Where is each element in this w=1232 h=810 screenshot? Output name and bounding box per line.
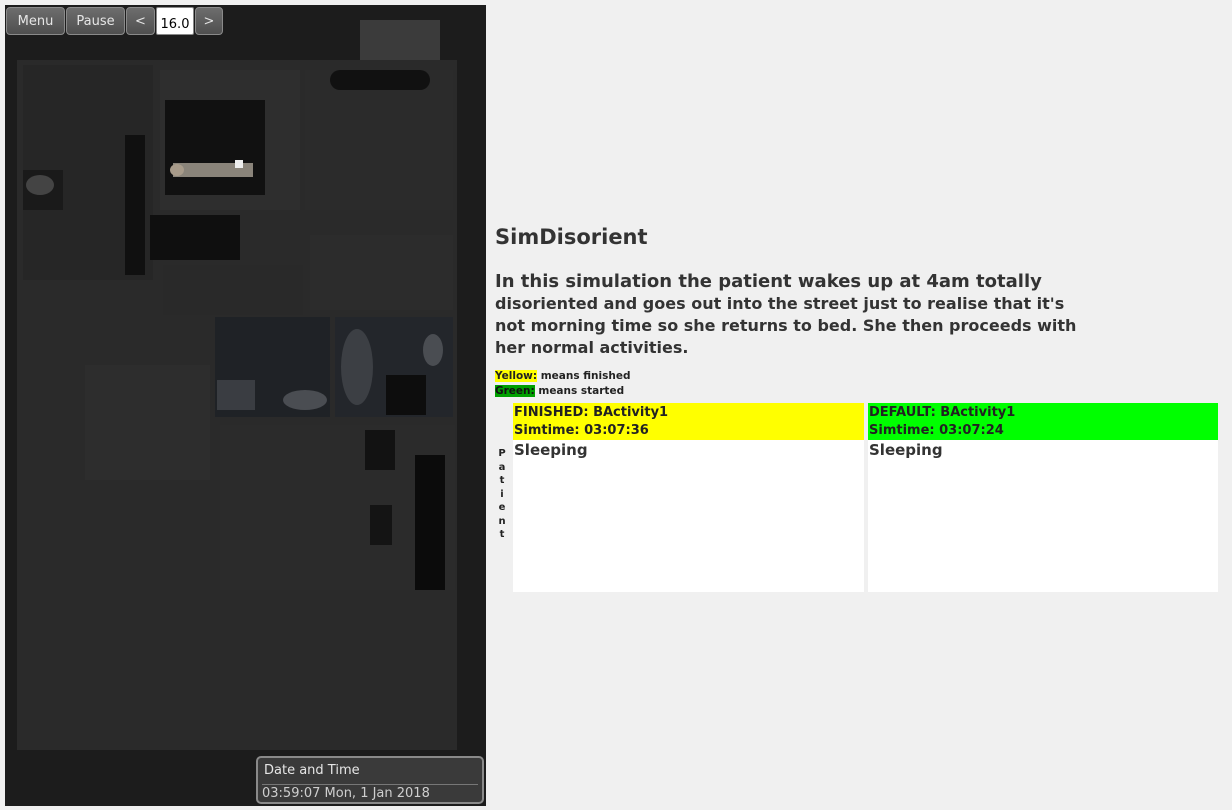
legend-yellow-text: means finished xyxy=(537,370,631,382)
legend-yellow-word: Yellow: xyxy=(495,370,538,382)
pause-button[interactable]: Pause xyxy=(66,7,125,35)
simulation-description: In this simulation the patient wakes up … xyxy=(495,271,1095,359)
menu-button[interactable]: Menu xyxy=(6,7,65,35)
datetime-divider xyxy=(262,784,478,785)
datetime-value: 03:59:07 Mon, 1 Jan 2018 xyxy=(262,786,430,801)
room-top-right xyxy=(305,70,453,210)
simulation-viewport[interactable]: Menu Pause < 16.0 > Date and Time 03:59:… xyxy=(5,5,486,806)
description-first-line: In this simulation the patient wakes up … xyxy=(495,271,1042,292)
legend-green-word: Green: xyxy=(495,385,535,397)
activity-card: DEFAULT: BActivity1 Simtime: 03:07:24 Sl… xyxy=(868,403,1218,592)
activity-card-header: FINISHED: BActivity1 Simtime: 03:07:36 xyxy=(513,403,864,440)
simulation-title: SimDisorient xyxy=(495,225,648,249)
color-legend: Yellow: means finished Green: means star… xyxy=(495,369,630,399)
activity-card-header: DEFAULT: BActivity1 Simtime: 03:07:24 xyxy=(868,403,1218,440)
apartment-floorplan xyxy=(5,5,486,806)
activity-status: FINISHED: BActivity1 xyxy=(514,405,669,420)
activity-name: Sleeping xyxy=(869,441,943,459)
activity-simtime: Simtime: 03:07:36 xyxy=(514,423,649,438)
activity-status: DEFAULT: BActivity1 xyxy=(869,405,1016,420)
hallway xyxy=(275,590,455,750)
speed-increase-button[interactable]: > xyxy=(195,7,223,35)
kitchen xyxy=(85,365,210,480)
speed-decrease-button[interactable]: < xyxy=(126,7,155,35)
bed xyxy=(165,100,265,195)
bathtub xyxy=(341,329,373,405)
toilet xyxy=(283,390,327,410)
description-rest: disoriented and goes out into the street… xyxy=(495,294,1077,357)
datetime-panel: Date and Time 03:59:07 Mon, 1 Jan 2018 xyxy=(256,756,484,804)
datetime-title: Date and Time xyxy=(264,763,360,778)
activity-card: FINISHED: BActivity1 Simtime: 03:07:36 S… xyxy=(513,403,864,592)
activity-simtime: Simtime: 03:07:24 xyxy=(869,423,1004,438)
activity-name: Sleeping xyxy=(514,441,588,459)
legend-green-text: means started xyxy=(534,385,625,397)
sink xyxy=(423,334,443,366)
sofa xyxy=(150,215,240,260)
agent-label: Patient xyxy=(498,448,506,540)
speed-input[interactable]: 16.0 xyxy=(156,7,194,35)
activity-table: Patient FINISHED: BActivity1 Simtime: 03… xyxy=(495,403,1222,593)
